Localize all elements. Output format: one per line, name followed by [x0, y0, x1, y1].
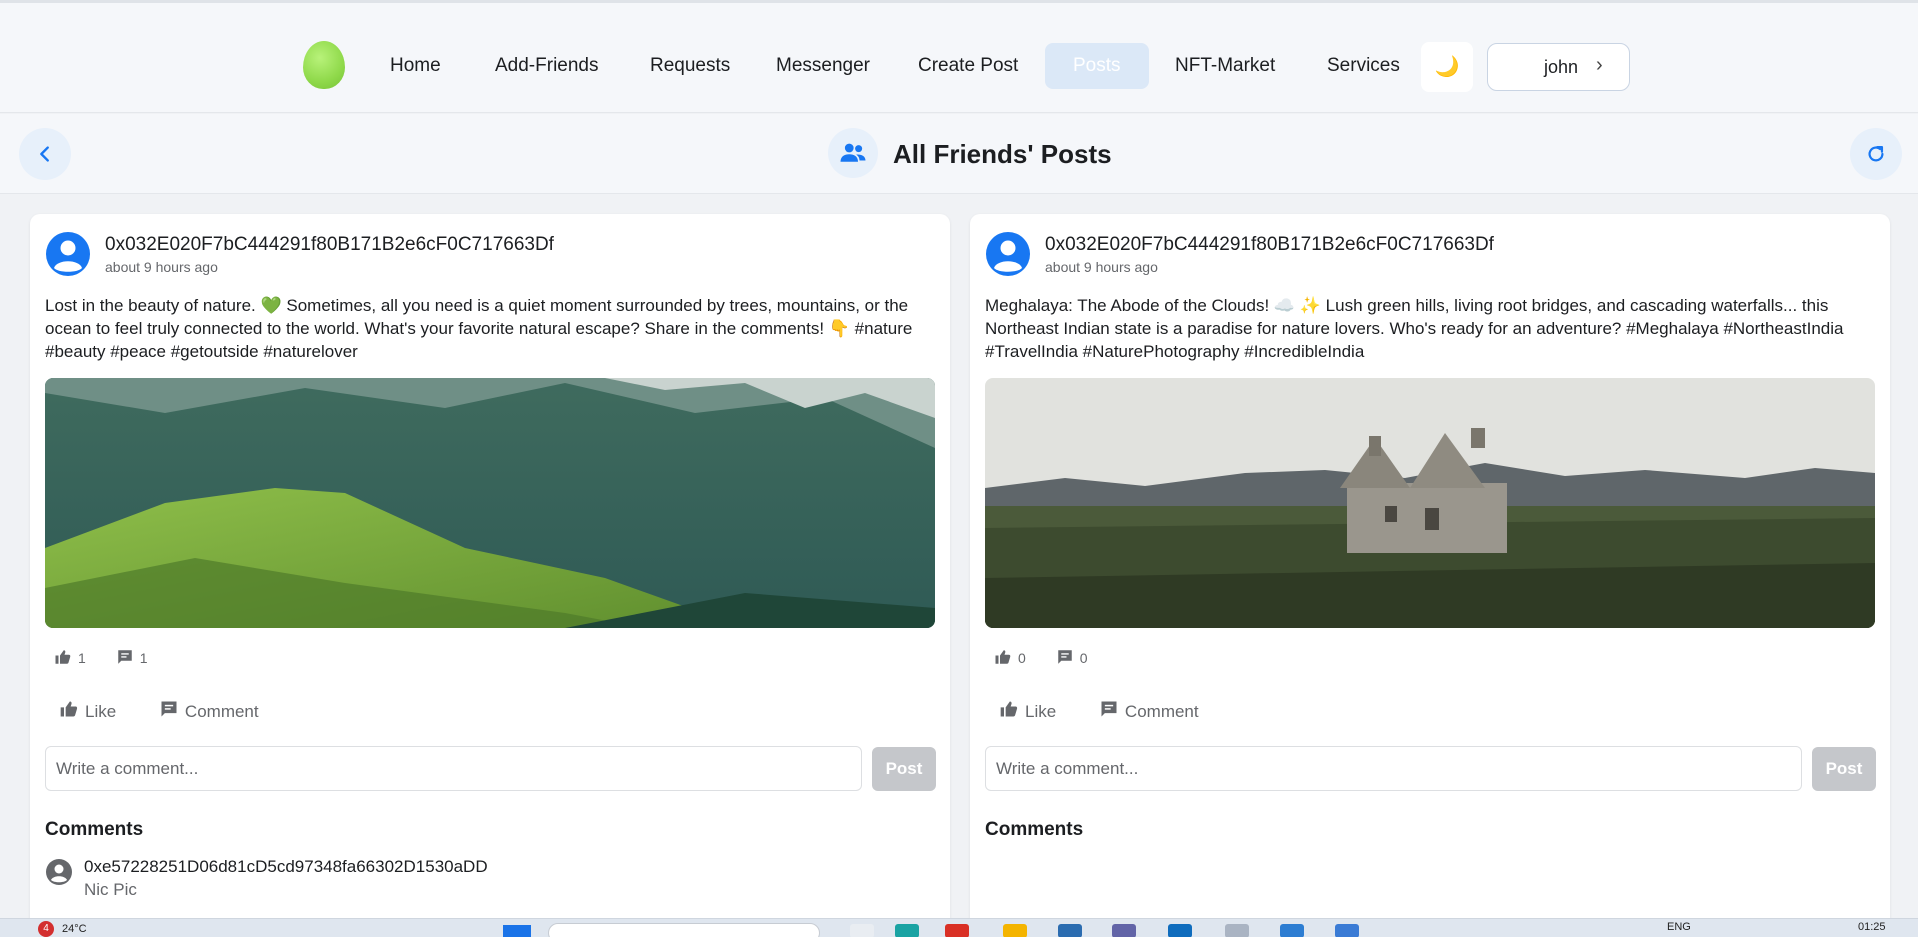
post-actions: Like Comment — [985, 695, 1223, 726]
post-card: 0x032E020F7bC444291f80B171B2e6cF0C717663… — [30, 214, 950, 937]
comment-button[interactable]: Comment — [1085, 695, 1213, 726]
page-title: All Friends' Posts — [893, 139, 1112, 169]
post-author[interactable]: 0x032E020F7bC444291f80B171B2e6cF0C717663… — [105, 234, 554, 256]
nav-add-friends[interactable]: Add-Friends — [485, 43, 609, 89]
chevron-left-icon — [40, 146, 49, 162]
comment-author[interactable]: 0xe57228251D06d81cD5cd97348fa66302D1530a… — [84, 857, 488, 877]
comment-icon — [1101, 701, 1117, 717]
like-button[interactable]: Like — [985, 695, 1070, 726]
nav-home[interactable]: Home — [380, 43, 451, 89]
comments-heading: Comments — [985, 819, 1084, 840]
nav-create-post[interactable]: Create Post — [908, 43, 1028, 89]
chevron-right-icon: › — [1596, 54, 1603, 76]
post-time: about 9 hours ago — [105, 259, 218, 275]
comment-input[interactable] — [45, 746, 862, 791]
settings-icon[interactable] — [1225, 924, 1249, 937]
post-comment-button[interactable]: Post — [1812, 747, 1876, 791]
user-avatar-icon — [46, 232, 90, 276]
back-button[interactable] — [19, 128, 71, 180]
folder-icon[interactable] — [1003, 924, 1027, 937]
post-author[interactable]: 0x032E020F7bC444291f80B171B2e6cF0C717663… — [1045, 234, 1494, 256]
post-image-ruined-cottage[interactable] — [985, 378, 1875, 628]
post-stats: 0 0 — [994, 648, 1113, 666]
taskbar-search-box[interactable] — [548, 923, 820, 937]
nav-messenger[interactable]: Messenger — [766, 43, 880, 89]
calendar-icon[interactable] — [1335, 924, 1359, 937]
nav-services[interactable]: Services — [1317, 43, 1410, 89]
page-header: All Friends' Posts — [0, 114, 1918, 194]
refresh-icon — [1868, 146, 1884, 162]
comment-count: 0 — [1056, 648, 1087, 666]
user-avatar-icon — [986, 232, 1030, 276]
like-count: 0 — [994, 648, 1026, 666]
comment-icon — [1057, 650, 1072, 664]
post-card: 0x032E020F7bC444291f80B171B2e6cF0C717663… — [970, 214, 1890, 937]
nav-requests[interactable]: Requests — [640, 43, 740, 89]
windows-taskbar: 4 24°C ENG 01:25 — [0, 918, 1918, 937]
post-stats: 1 1 — [54, 648, 173, 666]
thumbs-up-icon — [1000, 701, 1018, 717]
notification-badge[interactable]: 4 — [38, 921, 54, 937]
teams-icon[interactable] — [1112, 924, 1136, 937]
like-button[interactable]: Like — [45, 695, 130, 726]
top-navbar: Home Add-Friends Requests Messenger Crea… — [0, 3, 1918, 113]
comment-icon — [117, 650, 132, 664]
nav-nft-market[interactable]: NFT-Market — [1165, 43, 1285, 89]
system-clock[interactable]: 01:25 — [1858, 921, 1886, 933]
post-time: about 9 hours ago — [1045, 259, 1158, 275]
post-actions: Like Comment — [45, 695, 283, 726]
people-icon — [828, 128, 878, 178]
outlook-icon[interactable] — [1168, 924, 1192, 937]
post-text: Meghalaya: The Abode of the Clouds! ☁️ ✨… — [985, 296, 1844, 361]
like-count: 1 — [54, 648, 86, 666]
vscode-icon[interactable] — [1280, 924, 1304, 937]
user-name: john — [1544, 57, 1579, 77]
edge-icon[interactable] — [895, 924, 919, 937]
taskbar-app-icon[interactable] — [850, 924, 874, 937]
user-menu-button[interactable]: john › — [1487, 43, 1630, 91]
post-text: Lost in the beauty of nature. 💚 Sometime… — [45, 296, 913, 361]
weather-temperature[interactable]: 24°C — [62, 923, 87, 935]
comment-icon — [161, 701, 177, 717]
language-indicator[interactable]: ENG — [1667, 921, 1691, 933]
theme-toggle-button[interactable]: 🌙 — [1421, 42, 1473, 92]
thumbs-up-icon — [55, 650, 71, 664]
store-icon[interactable] — [1058, 924, 1082, 937]
refresh-button[interactable] — [1850, 128, 1902, 180]
nav-posts[interactable]: Posts — [1045, 43, 1149, 89]
comment-count: 1 — [116, 648, 147, 666]
thumbs-up-icon — [60, 701, 78, 717]
comments-heading: Comments — [45, 819, 144, 840]
comment-button[interactable]: Comment — [145, 695, 273, 726]
comment-input[interactable] — [985, 746, 1802, 791]
account-circle-icon — [46, 859, 72, 885]
post-image-mountain-landscape[interactable] — [45, 378, 935, 628]
post-comment-button[interactable]: Post — [872, 747, 936, 791]
moon-icon: 🌙 — [1434, 56, 1460, 78]
app-logo[interactable] — [303, 41, 345, 89]
chrome-icon[interactable] — [945, 924, 969, 937]
windows-start-icon[interactable] — [503, 925, 531, 937]
comment-text: Nic Pic — [84, 880, 137, 899]
thumbs-up-icon — [995, 650, 1011, 664]
